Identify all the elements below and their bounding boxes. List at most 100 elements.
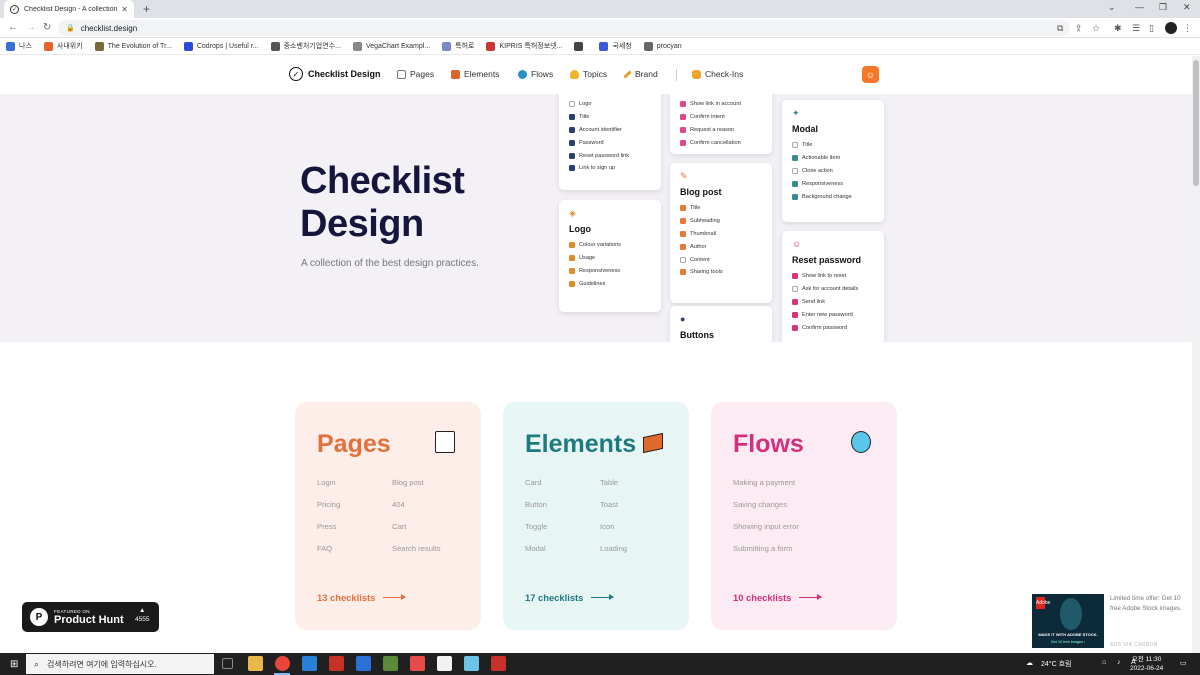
bookmark-item[interactable] [574,41,587,51]
category-link[interactable]: Showing input error [733,522,799,531]
cloud-icon[interactable]: ☁ [1026,659,1033,667]
nav-topics[interactable]: Topics [570,69,607,79]
nav-flows[interactable]: Flows [518,69,553,79]
category-link[interactable]: Card [525,478,541,487]
category-link[interactable]: Press [317,522,336,531]
checklist-count-link[interactable]: 13 checklists [317,592,407,603]
profile-avatar[interactable] [1165,22,1177,34]
avatar-badge-icon[interactable]: ☺ [862,66,879,83]
category-link[interactable]: Table [600,478,618,487]
address-bar[interactable]: 🔒 checklist.design [58,20,1070,36]
category-link[interactable]: Modal [525,544,546,553]
category-link[interactable]: Icon [600,522,614,531]
bookmark-item[interactable]: VegaChart Exampl... [352,41,430,51]
nav-check-ins[interactable]: Check-Ins [692,69,743,79]
category-link[interactable]: Toggle [525,522,547,531]
file-explorer-icon[interactable] [248,656,263,671]
hero-checklist-card[interactable]: ✎ Blog post Title Subheading Thumbnail Author… [670,163,772,303]
filezilla-icon[interactable] [329,656,344,671]
checklist-count-link[interactable]: 10 checklists [733,592,823,603]
task-view-icon[interactable] [222,658,233,669]
browser-tab[interactable]: ✓ Checklist Design - A collection ✕ [4,0,134,18]
brand-logo[interactable]: ✓ Checklist Design [289,67,381,81]
notion-icon[interactable] [437,656,452,671]
network-icon[interactable]: ⌂ [1102,659,1106,666]
app-figma-icon[interactable] [491,656,506,671]
category-link[interactable]: Making a payment [733,478,795,487]
bookmark-item[interactable]: 사내위키 [43,41,83,51]
bookmark-item[interactable]: 중소벤처기업연수... [270,41,341,51]
ad-banner-image[interactable]: Adobe MAKE IT WITH ADOBE STOCK. Get 10 f… [1032,594,1104,648]
close-tab-icon[interactable]: ✕ [121,5,128,14]
category-link[interactable]: 404 [392,500,405,509]
minimize-icon[interactable]: — [1135,2,1144,12]
hero-checklist-card[interactable]: ☺ Reset password Show link to reset Ask for… [782,231,884,342]
nav-pages[interactable]: Pages [397,69,434,79]
hero-checklist-card[interactable]: ● Buttons [670,306,772,342]
scrollbar-thumb[interactable] [1193,60,1199,186]
vscode-icon[interactable] [302,656,317,671]
ad-text[interactable]: Limited time offer: Get 10 free Adobe St… [1110,594,1186,614]
hero-checklist-card[interactable]: ◈ Logo Colour variations Usage Responsivenes… [559,200,661,312]
hero-checklist-card[interactable]: Logo Title Account identifier Password Reset… [559,94,661,190]
hero-checklist-card[interactable]: Show link in account Confirm intent Reques… [670,94,772,154]
category-link[interactable]: Search results [392,544,441,553]
hero-checklist-card[interactable]: ✦ Modal Title Actionable item Close action Re… [782,100,884,222]
bookmark-item[interactable]: 국세청 [599,41,632,51]
category-title[interactable]: Elements [525,430,636,459]
category-link[interactable]: Submitting a form [733,544,793,553]
side-panel-icon[interactable]: ▯ [1149,23,1154,34]
checked-checkbox-icon [680,218,686,225]
bookmark-item[interactable]: KIPRIS 특허정보넷... [486,41,562,51]
close-window-icon[interactable]: ✕ [1183,2,1191,13]
extensions-icon[interactable]: ✱ [1114,23,1122,34]
category-card-elements[interactable]: Elements Card Table Button Toast Toggle Icon Mo… [503,402,689,630]
product-hunt-badge[interactable]: P FEATURED ON Product Hunt ▲ 4555 [22,602,159,632]
category-link[interactable]: Cart [392,522,406,531]
nav-elements[interactable]: Elements [451,69,499,79]
star-icon[interactable]: ☆ [1092,23,1100,34]
category-card-pages[interactable]: Pages Login Blog post Pricing 404 Press Cart FA… [295,402,481,630]
app-a-icon[interactable] [356,656,371,671]
category-link[interactable]: Login [317,478,336,487]
translate-icon[interactable]: ⧉ [1057,23,1063,34]
category-link[interactable]: Button [525,500,547,509]
bookmark-item[interactable]: The Evolution of Tr... [94,41,172,51]
menu-icon[interactable]: ⋮ [1183,23,1192,34]
reading-list-icon[interactable]: ☰ [1132,23,1140,34]
category-link[interactable]: FAQ [317,544,332,553]
chevron-down-icon[interactable]: ⌄ [1108,2,1116,13]
ad-via-carbon[interactable]: ADS VIA CARBON [1110,642,1158,648]
reload-icon[interactable]: ↻ [43,22,51,33]
share-icon[interactable]: ⇪ [1075,23,1083,34]
category-link[interactable]: Blog post [392,478,424,487]
sourcetree-icon[interactable] [383,656,398,671]
bookmark-item[interactable]: 나스 [6,41,32,51]
category-title[interactable]: Flows [733,430,804,459]
category-card-flows[interactable]: Flows Making a payment Saving changes Showi… [711,402,897,630]
bookmark-item[interactable]: 특허로 [442,41,474,51]
nav-brand[interactable]: Brand [623,69,658,79]
category-link[interactable]: Pricing [317,500,340,509]
volume-icon[interactable]: ♪ [1117,659,1121,666]
notification-icon[interactable]: ▭ [1180,659,1187,667]
page-scrollbar[interactable] [1192,56,1200,653]
weather-text[interactable]: 24°C 흐림 [1041,659,1071,669]
checklist-count-link[interactable]: 17 checklists [525,592,615,603]
category-link[interactable]: Saving changes [733,500,787,509]
category-link[interactable]: Loading [600,544,627,553]
category-link[interactable]: Toast [600,500,618,509]
windows-start-icon[interactable]: ⊞ [10,659,18,670]
category-title[interactable]: Pages [317,430,391,459]
app-blue-icon[interactable] [464,656,479,671]
back-icon[interactable]: ← [8,22,18,33]
new-tab-icon[interactable]: + [143,2,150,16]
bookmark-item[interactable]: procyan [643,41,682,51]
taskbar-search[interactable]: ⌕ 검색하려면 여기에 입력하십시오. [26,654,214,674]
forward-icon[interactable]: → [26,22,36,33]
app-red-icon[interactable] [410,656,425,671]
maximize-icon[interactable]: ❐ [1159,2,1167,13]
chrome-icon[interactable] [275,656,290,671]
taskbar-clock[interactable]: 오전 11:30 2022-06-24 [1130,655,1163,673]
bookmark-item[interactable]: Codrops | Useful r... [183,41,259,51]
